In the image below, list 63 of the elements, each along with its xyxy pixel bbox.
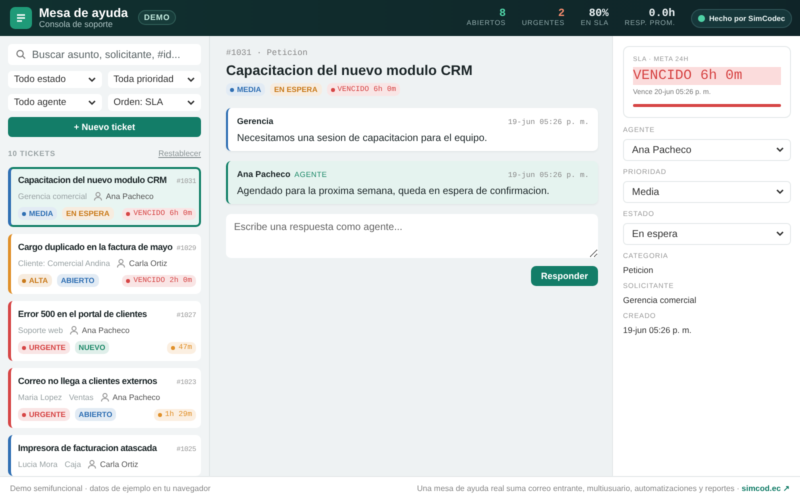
ticket-agent: Ana Pacheco	[106, 192, 154, 201]
logo-icon	[10, 6, 32, 29]
search-icon	[16, 49, 26, 60]
reply-field[interactable]: Escribe una respuesta como agente...	[226, 214, 598, 258]
website-link[interactable]: simcod.ec ↗	[742, 484, 790, 493]
ticket-title: Cargo duplicado en la factura de mayo	[18, 242, 172, 252]
reply-button[interactable]: Responder	[530, 266, 598, 286]
chevron-icon	[88, 100, 96, 106]
footer-note: Demo semifuncional · datos de ejemplo en tu navegador	[10, 484, 211, 493]
message-author: Gerencia	[237, 116, 274, 126]
filter-dropdown[interactable]: Todo agente	[8, 94, 102, 111]
ticket-requester: Lucia Mora	[18, 460, 58, 469]
dot-icon	[698, 14, 706, 22]
ticket-requester: Soporte web	[18, 326, 63, 335]
ticket-title: Impresora de facturacion atascada	[18, 443, 157, 453]
demo-badge: DEMO	[138, 10, 176, 26]
chevron-icon	[776, 189, 784, 195]
field-value: Peticion	[623, 265, 654, 275]
message-text: Agendado para la proxima semana, queda en espera de confirmacion.	[237, 186, 550, 197]
chevron-icon	[187, 76, 195, 82]
person-icon	[70, 326, 78, 335]
chevron-icon	[776, 231, 784, 237]
search-field[interactable]: Buscar asunto, solicitante, #id...	[8, 44, 201, 65]
stat-value: 2	[558, 8, 565, 20]
person-icon	[117, 259, 126, 268]
chevron-icon	[88, 76, 96, 82]
field-value: 19-jun 05:26 p. m.	[623, 325, 693, 335]
ticket-requester: Cliente: Comercial Andina	[18, 259, 110, 268]
stat-value: 80%	[588, 8, 609, 20]
ticket-reference: #1031 · Peticion	[226, 48, 308, 58]
sla-status: VENCIDO 6h 0m	[633, 67, 781, 85]
chevron-icon	[187, 100, 195, 106]
ticket-agent: Carla Ortiz	[129, 259, 168, 268]
field-value: Gerencia comercial	[623, 295, 698, 305]
ticket-requester: Caja	[64, 460, 82, 469]
app-title: Mesa de ayuda	[39, 6, 128, 20]
filter-dropdown[interactable]: Orden: SLA	[108, 94, 201, 111]
ticket-agent: Ana Pacheco	[112, 393, 160, 402]
message-author: Ana Pacheco	[237, 169, 290, 179]
ticket-requester: Maria Lopez	[18, 393, 62, 402]
stat-value: 0.0h	[648, 8, 676, 20]
filter-dropdown[interactable]: Toda prioridad	[108, 71, 201, 88]
field-dropdown[interactable]: Ana Pacheco	[623, 139, 791, 161]
ticket-title: Error 500 en el portal de clientes	[18, 309, 147, 319]
person-icon	[88, 460, 96, 469]
person-icon	[100, 393, 108, 402]
ticket-title: Capacitacion del nuevo modulo CRM	[18, 175, 167, 185]
field-dropdown[interactable]: En espera	[623, 223, 791, 245]
ticket-title: Correo no llega a clientes externos	[18, 376, 158, 386]
new-ticket-button[interactable]: + Nuevo ticket	[8, 117, 201, 137]
ticket-agent: Carla Ortiz	[100, 460, 138, 469]
field-dropdown[interactable]: Media	[623, 181, 791, 203]
ticket-heading: Capacitacion del nuevo modulo CRM	[226, 62, 473, 78]
message-text: Necesitamos una sesion de capacitacion para el equipo.	[237, 133, 488, 144]
ticket-agent: Ana Pacheco	[82, 326, 130, 335]
ticket-requester: Gerencia comercial	[18, 192, 87, 201]
app-subtitle: Consola de soporte	[39, 20, 113, 30]
ticket-requester: Ventas	[69, 393, 94, 402]
chevron-icon	[776, 147, 784, 153]
footer-message: Una mesa de ayuda real suma correo entrante, multiusuario, automatizaciones y reportes · simcod.ec ↗	[417, 484, 790, 493]
person-icon	[94, 192, 102, 201]
stat-value: 8	[499, 8, 506, 20]
filter-dropdown[interactable]: Todo estado	[8, 71, 102, 88]
